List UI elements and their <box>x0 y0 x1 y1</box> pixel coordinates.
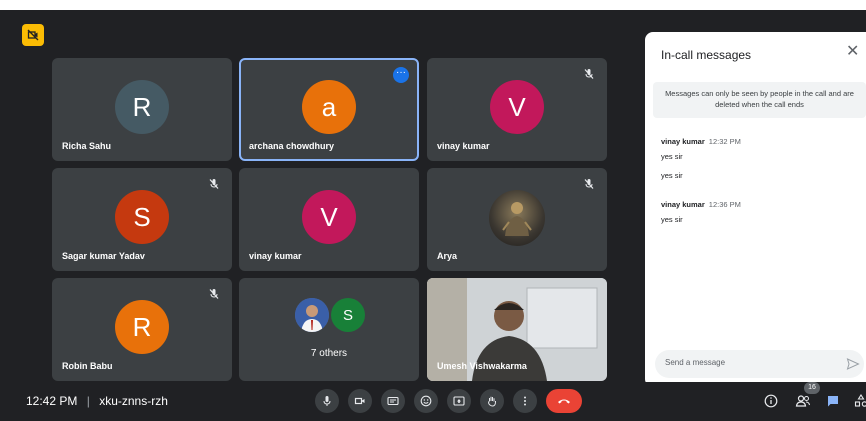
participant-video-tile[interactable]: Umesh Vishwakarma <box>427 278 607 381</box>
avatar-photo <box>295 298 329 332</box>
message-time: 12:32 PM <box>708 137 741 146</box>
present-button[interactable] <box>447 389 471 413</box>
avatar: R <box>115 300 169 354</box>
message-text: yes sir <box>661 171 683 180</box>
emoji-button[interactable] <box>414 389 438 413</box>
others-tile[interactable]: S 7 others <box>239 278 419 381</box>
others-count: 7 others <box>310 348 348 359</box>
chat-icon[interactable] <box>824 392 842 410</box>
mic-off-icon <box>209 289 219 299</box>
captions-icon <box>387 396 399 406</box>
hand-icon <box>488 396 496 407</box>
participant-tile[interactable]: V vinay kumar <box>239 168 419 271</box>
participant-tile[interactable]: V vinay kumar <box>427 58 607 161</box>
message-input[interactable] <box>665 358 825 367</box>
close-icon[interactable]: ✕ <box>846 44 862 60</box>
participant-name: Richa Sahu <box>62 141 112 151</box>
avatar: V <box>302 190 356 244</box>
participant-tile-active[interactable]: ··· a archana chowdhury <box>239 58 419 161</box>
others-avatars: S <box>295 298 365 334</box>
mic-off-icon <box>584 179 594 189</box>
avatar: S <box>331 298 365 332</box>
separator: | <box>86 394 90 408</box>
message-group: vinay kumar 12:36 PM yes sir <box>661 200 851 224</box>
camera-button[interactable] <box>348 389 372 413</box>
message-input-wrap <box>655 350 864 378</box>
participant-name: Sagar kumar Yadav <box>62 251 145 261</box>
meeting-code: xku-znns-rzh <box>99 394 168 408</box>
chat-notice: Messages can only be seen by people in t… <box>653 82 866 118</box>
raise-hand-button[interactable] <box>480 389 504 413</box>
participant-name: archana chowdhury <box>249 141 335 151</box>
camera-icon <box>354 397 365 405</box>
avatar: R <box>115 80 169 134</box>
mic-icon <box>323 396 331 406</box>
message-header: vinay kumar 12:36 PM <box>661 200 851 209</box>
more-vert-icon <box>524 396 526 406</box>
participant-tile[interactable]: S Sagar kumar Yadav <box>52 168 232 271</box>
participant-tile[interactable]: Arya <box>427 168 607 271</box>
mic-button[interactable] <box>315 389 339 413</box>
chat-panel-title: In-call messages <box>661 48 752 62</box>
avatar: a <box>302 80 356 134</box>
participant-tile[interactable]: R Robin Babu <box>52 278 232 381</box>
message-text: yes sir <box>661 152 683 161</box>
message-sender: vinay kumar <box>661 137 705 146</box>
message-header: vinay kumar 12:32 PM <box>661 137 851 146</box>
info-icon[interactable] <box>762 392 780 410</box>
present-icon <box>453 396 465 406</box>
send-icon[interactable] <box>846 357 860 371</box>
emoji-icon <box>420 395 432 407</box>
meeting-info: 12:42 PM | xku-znns-rzh <box>26 394 168 408</box>
avatar: S <box>115 190 169 244</box>
message-time: 12:36 PM <box>708 200 741 209</box>
mic-off-icon <box>584 69 594 79</box>
people-icon[interactable] <box>794 392 812 410</box>
end-call-button[interactable] <box>546 389 582 413</box>
meeting-time: 12:42 PM <box>26 394 78 408</box>
participant-tile[interactable]: R Richa Sahu <box>52 58 232 161</box>
chat-panel: In-call messages ✕ Messages can only be … <box>645 32 866 387</box>
participant-name: vinay kumar <box>437 141 490 151</box>
participant-name: Umesh Vishwakarma <box>437 361 527 371</box>
hang-up-icon <box>558 399 570 404</box>
avatar-photo <box>489 190 545 246</box>
captions-button[interactable] <box>381 389 405 413</box>
activities-icon[interactable] <box>852 392 866 410</box>
participant-name: vinay kumar <box>249 251 302 261</box>
message-text: yes sir <box>661 215 683 224</box>
more-options-button[interactable] <box>513 389 537 413</box>
participant-name: Arya <box>437 251 458 261</box>
bottom-bar: 12:42 PM | xku-znns-rzh 16 <box>0 382 866 421</box>
participant-name: Robin Babu <box>62 361 113 371</box>
message-sender: vinay kumar <box>661 200 705 209</box>
avatar: V <box>490 80 544 134</box>
mic-off-icon <box>209 179 219 189</box>
camera-off-icon[interactable] <box>22 24 44 46</box>
meeting-stage: R Richa Sahu ··· a archana chowdhury V v… <box>0 10 866 421</box>
more-options-icon[interactable]: ··· <box>393 67 409 83</box>
message-group: vinay kumar 12:32 PM yes sir yes sir <box>661 137 851 180</box>
